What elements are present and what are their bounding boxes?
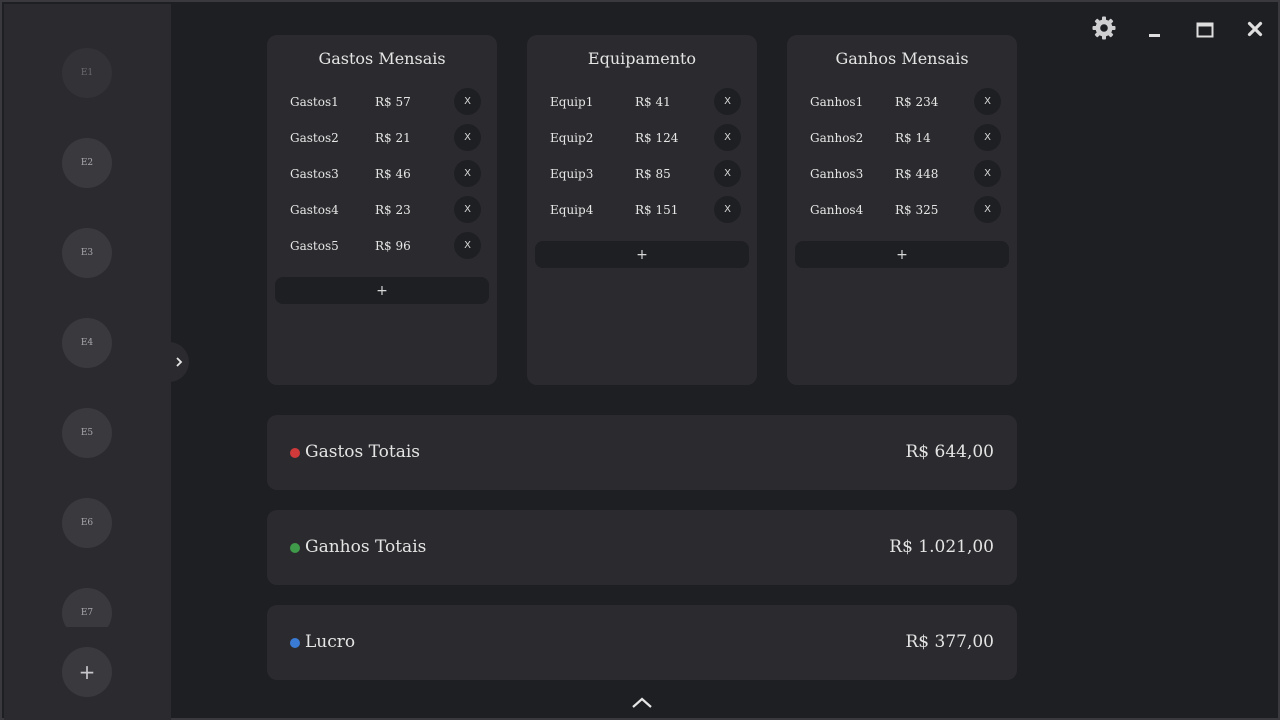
add-item-button[interactable]: + xyxy=(275,277,489,304)
list-item: Ganhos4 R$ 325 X xyxy=(787,196,1017,224)
item-name: Gastos1 xyxy=(290,95,339,109)
item-value: R$ 46 xyxy=(375,167,411,181)
sidebar-item-e6[interactable]: E6 xyxy=(62,498,112,548)
delete-item-button[interactable]: X xyxy=(454,196,481,223)
gear-icon xyxy=(1092,16,1116,40)
sidebar-item-e1[interactable]: E1 xyxy=(62,48,112,98)
item-value: R$ 124 xyxy=(635,131,679,145)
add-sidebar-item-button[interactable]: + xyxy=(62,647,112,697)
app-window: E1 E2 E3 E4 E5 E6 E7 + Gastos Mensais Ga… xyxy=(0,0,1280,720)
summary-amount: R$ 1.021,00 xyxy=(889,537,994,557)
panel-equipamento: Equipamento Equip1 R$ 41 X Equip2 R$ 124… xyxy=(527,35,757,385)
status-dot-green xyxy=(290,543,300,553)
list-item: Equip3 R$ 85 X xyxy=(527,160,757,188)
minimize-icon xyxy=(1149,34,1160,37)
item-value: R$ 21 xyxy=(375,131,411,145)
delete-item-button[interactable]: X xyxy=(714,124,741,151)
item-value: R$ 85 xyxy=(635,167,671,181)
item-value: R$ 325 xyxy=(895,203,939,217)
list-item: Equip4 R$ 151 X xyxy=(527,196,757,224)
list-item: Gastos3 R$ 46 X xyxy=(267,160,497,188)
delete-item-button[interactable]: X xyxy=(454,232,481,259)
close-icon xyxy=(1247,21,1263,37)
summary-amount: R$ 377,00 xyxy=(905,632,994,652)
list-item: Equip1 R$ 41 X xyxy=(527,88,757,116)
summary-ganhos-totais: Ganhos Totais R$ 1.021,00 xyxy=(267,510,1017,585)
item-name: Equip4 xyxy=(550,203,594,217)
item-name: Equip1 xyxy=(550,95,594,109)
item-value: R$ 57 xyxy=(375,95,411,109)
delete-item-button[interactable]: X xyxy=(454,160,481,187)
sidebar-item-e2[interactable]: E2 xyxy=(62,138,112,188)
panel-title: Gastos Mensais xyxy=(318,49,446,68)
summary-lucro: Lucro R$ 377,00 xyxy=(267,605,1017,680)
sidebar-item-e3[interactable]: E3 xyxy=(62,228,112,278)
item-name: Gastos2 xyxy=(290,131,339,145)
scroll-up-button[interactable] xyxy=(630,694,654,712)
settings-button[interactable] xyxy=(1090,14,1118,42)
list-item: Gastos4 R$ 23 X xyxy=(267,196,497,224)
sidebar: E1 E2 E3 E4 E5 E6 E7 + xyxy=(4,4,171,720)
add-item-button[interactable]: + xyxy=(535,241,749,268)
delete-item-button[interactable]: X xyxy=(714,88,741,115)
item-name: Gastos4 xyxy=(290,203,339,217)
maximize-icon xyxy=(1196,22,1214,38)
item-value: R$ 448 xyxy=(895,167,939,181)
item-value: R$ 14 xyxy=(895,131,931,145)
delete-item-button[interactable]: X xyxy=(974,88,1001,115)
panel-ganhos-mensais: Ganhos Mensais Ganhos1 R$ 234 X Ganhos2 … xyxy=(787,35,1017,385)
sidebar-item-e5[interactable]: E5 xyxy=(62,408,112,458)
sidebar-item-e4[interactable]: E4 xyxy=(62,318,112,368)
item-name: Equip3 xyxy=(550,167,594,181)
list-item: Ganhos1 R$ 234 X xyxy=(787,88,1017,116)
status-dot-blue xyxy=(290,638,300,648)
delete-item-button[interactable]: X xyxy=(714,160,741,187)
item-value: R$ 96 xyxy=(375,239,411,253)
chevron-right-icon xyxy=(176,357,183,367)
item-value: R$ 234 xyxy=(895,95,939,109)
list-item: Ganhos2 R$ 14 X xyxy=(787,124,1017,152)
item-value: R$ 41 xyxy=(635,95,671,109)
panel-title: Ganhos Mensais xyxy=(835,49,969,68)
list-item: Gastos1 R$ 57 X xyxy=(267,88,497,116)
minimize-button[interactable] xyxy=(1145,20,1165,40)
list-item: Gastos5 R$ 96 X xyxy=(267,232,497,260)
add-item-button[interactable]: + xyxy=(795,241,1009,268)
maximize-button[interactable] xyxy=(1194,20,1216,40)
item-name: Equip2 xyxy=(550,131,594,145)
list-item: Equip2 R$ 124 X xyxy=(527,124,757,152)
item-name: Ganhos4 xyxy=(810,203,864,217)
item-value: R$ 151 xyxy=(635,203,679,217)
delete-item-button[interactable]: X xyxy=(974,160,1001,187)
item-name: Gastos5 xyxy=(290,239,339,253)
list-item: Gastos2 R$ 21 X xyxy=(267,124,497,152)
sidebar-toggle-button[interactable] xyxy=(169,342,189,382)
summary-label: Ganhos Totais xyxy=(305,537,427,557)
item-value: R$ 23 xyxy=(375,203,411,217)
sidebar-item-e7[interactable]: E7 xyxy=(62,588,112,627)
delete-item-button[interactable]: X xyxy=(714,196,741,223)
delete-item-button[interactable]: X xyxy=(454,124,481,151)
panel-gastos-mensais: Gastos Mensais Gastos1 R$ 57 X Gastos2 R… xyxy=(267,35,497,385)
delete-item-button[interactable]: X xyxy=(974,196,1001,223)
list-item: Ganhos3 R$ 448 X xyxy=(787,160,1017,188)
item-name: Ganhos1 xyxy=(810,95,864,109)
panel-title: Equipamento xyxy=(587,49,697,68)
close-button[interactable] xyxy=(1244,18,1266,40)
summary-label: Lucro xyxy=(305,632,356,652)
sidebar-list[interactable]: E1 E2 E3 E4 E5 E6 E7 xyxy=(4,4,171,627)
chevron-up-icon xyxy=(632,697,652,708)
item-name: Ganhos2 xyxy=(810,131,864,145)
summary-amount: R$ 644,00 xyxy=(905,442,994,462)
summary-label: Gastos Totais xyxy=(305,442,421,462)
delete-item-button[interactable]: X xyxy=(974,124,1001,151)
delete-item-button[interactable]: X xyxy=(454,88,481,115)
summary-gastos-totais: Gastos Totais R$ 644,00 xyxy=(267,415,1017,490)
item-name: Gastos3 xyxy=(290,167,339,181)
item-name: Ganhos3 xyxy=(810,167,864,181)
status-dot-red xyxy=(290,448,300,458)
